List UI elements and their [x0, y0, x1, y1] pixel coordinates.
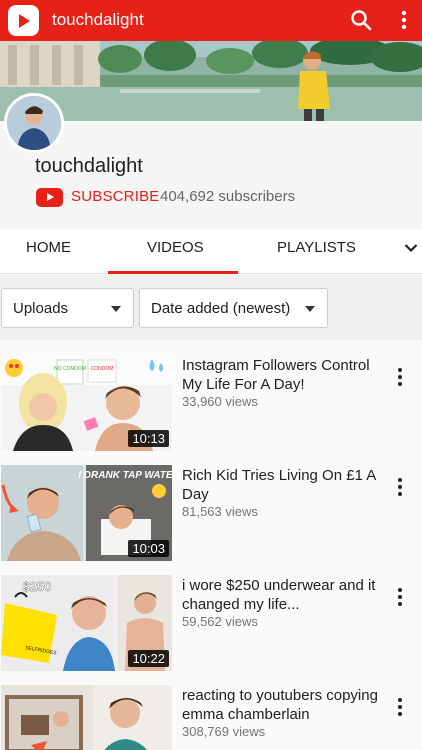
- video-duration: 10:13: [128, 430, 169, 447]
- avatar[interactable]: [4, 93, 64, 153]
- more-vert-icon[interactable]: [396, 697, 404, 717]
- tab-playlists[interactable]: PLAYLISTS: [277, 239, 356, 256]
- sort-dropdown[interactable]: Date added (newest): [139, 288, 328, 328]
- video-duration: 10:03: [128, 540, 169, 557]
- more-vert-icon[interactable]: [396, 587, 404, 607]
- thumb-text-no-condom: NO CONDOM: [54, 366, 86, 372]
- subscribe-button[interactable]: SUBSCRIBE: [71, 188, 160, 205]
- video-item[interactable]: I DRANK TAP WATER 10:03 Rich Kid Tries L…: [0, 450, 422, 561]
- video-item[interactable]: NO CONDOM CONDOM 10:13 Instagram Followe…: [0, 340, 422, 451]
- channel-banner: [0, 41, 422, 121]
- video-title[interactable]: Rich Kid Tries Living On £1 A Day: [182, 466, 382, 504]
- uploads-dropdown-label: Uploads: [13, 299, 69, 317]
- dropdown-caret-icon: [305, 306, 315, 312]
- filter-bar: Uploads Date added (newest): [0, 275, 422, 340]
- channel-name: touchdalight: [35, 155, 143, 177]
- youtube-logo-icon[interactable]: [8, 5, 39, 36]
- app-bar-title: touchdalight: [52, 10, 144, 29]
- video-item[interactable]: reacting to youtubers copying emma chamb…: [0, 670, 422, 750]
- video-views: 81,563 views: [182, 504, 258, 519]
- selected-tab-indicator: [108, 271, 238, 274]
- video-thumbnail[interactable]: NO CONDOM CONDOM 10:13: [1, 355, 172, 451]
- dropdown-caret-icon: [111, 306, 121, 312]
- channel-tabs: HOME VIDEOS PLAYLISTS: [0, 229, 422, 274]
- thumb-text-drank-tap-water: I DRANK TAP WATER: [78, 470, 172, 481]
- video-views: 308,769 views: [182, 724, 266, 739]
- thumb-text-condom: CONDOM: [91, 366, 114, 372]
- app-bar: touchdalight: [0, 0, 422, 41]
- video-thumbnail[interactable]: $250 SELFRIDGES 10:22: [1, 575, 172, 671]
- more-vert-icon[interactable]: [397, 9, 411, 31]
- video-list: NO CONDOM CONDOM 10:13 Instagram Followe…: [0, 340, 422, 750]
- more-vert-icon[interactable]: [396, 367, 404, 387]
- more-vert-icon[interactable]: [396, 477, 404, 497]
- video-title[interactable]: Instagram Followers Control My Life For …: [182, 356, 382, 394]
- video-duration: 10:22: [128, 650, 169, 667]
- subscriber-count: 404,692 subscribers: [160, 188, 296, 205]
- video-views: 33,960 views: [182, 394, 258, 409]
- uploads-dropdown[interactable]: Uploads: [1, 288, 134, 328]
- tab-videos[interactable]: VIDEOS: [147, 239, 204, 256]
- youtube-play-icon[interactable]: [36, 188, 63, 207]
- video-title[interactable]: reacting to youtubers copying emma chamb…: [182, 686, 382, 724]
- video-title[interactable]: i wore $250 underwear and it changed my …: [182, 576, 382, 614]
- video-thumbnail[interactable]: I DRANK TAP WATER 10:03: [1, 465, 172, 561]
- video-item[interactable]: $250 SELFRIDGES 10:22 i wore $250 underw…: [0, 560, 422, 671]
- chevron-down-icon[interactable]: [404, 243, 418, 253]
- video-views: 59,562 views: [182, 614, 258, 629]
- tab-home[interactable]: HOME: [26, 239, 71, 256]
- sort-dropdown-label: Date added (newest): [151, 299, 291, 317]
- search-icon[interactable]: [350, 9, 372, 31]
- thumb-text-250: $250: [23, 579, 52, 594]
- video-thumbnail[interactable]: [1, 685, 172, 750]
